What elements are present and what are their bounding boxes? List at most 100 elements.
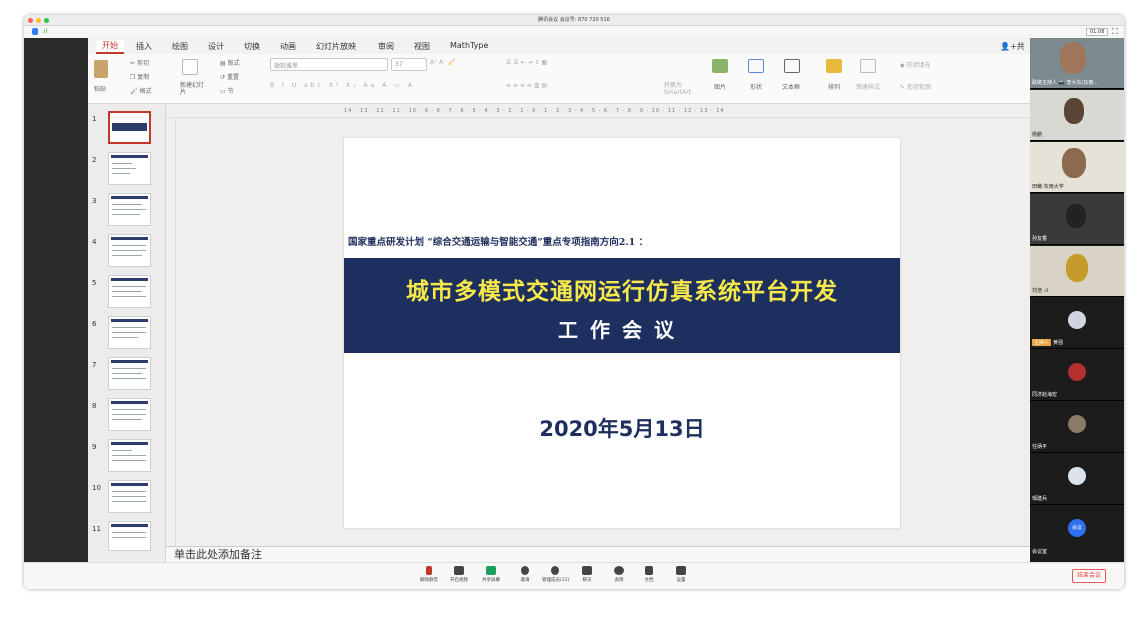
- tab-design[interactable]: 设计: [208, 41, 224, 52]
- slide-number: 1: [92, 115, 97, 123]
- format-painter-button[interactable]: 🖌 格式: [130, 86, 152, 95]
- share-label: 共: [1016, 42, 1025, 51]
- tab-slideshow[interactable]: 幻灯片放映: [316, 41, 356, 52]
- microphone-muted-icon: [426, 566, 432, 575]
- slide-canvas[interactable]: 国家重点研发计划 “综合交通运输与智能交通”重点专项指南方向2.1 ： 城市多模…: [344, 138, 900, 528]
- slide-thumbnail[interactable]: [108, 234, 151, 267]
- share-button[interactable]: 👤+共: [1000, 41, 1025, 52]
- layout-button[interactable]: ▤ 版式: [220, 58, 240, 67]
- slide-number: 11: [92, 525, 101, 533]
- slide-date[interactable]: 2020年5月13日: [344, 413, 900, 443]
- slide-number: 5: [92, 279, 97, 287]
- picture-icon[interactable]: [712, 59, 728, 73]
- manage-members-button[interactable]: 管理成员(12): [542, 566, 569, 583]
- shape-outline-button[interactable]: ✎ 形状轮廓: [900, 82, 931, 91]
- font-grow-shrink-buttons[interactable]: A⁺ A⁻ 🧹: [430, 59, 456, 66]
- font-style-buttons[interactable]: B I U abc X² X₂ Aa A ▭ A: [270, 82, 415, 89]
- participant-name: 孙友香: [1032, 236, 1048, 242]
- documents-button[interactable]: 文档: [636, 566, 662, 583]
- participant-name: 杨鹏: [1032, 132, 1043, 138]
- slide-thumbnail[interactable]: [108, 521, 151, 551]
- person-video: [1066, 254, 1088, 282]
- title-bar: 腾讯会议 会议号: 870 720 516: [24, 15, 1124, 26]
- textbox-icon[interactable]: [784, 59, 800, 73]
- avatar: 会议: [1068, 519, 1086, 537]
- app-window: 腾讯会议 会议号: 870 720 516 .ıl 01:08 ⛶ 开始 插入 …: [24, 15, 1124, 589]
- participant-tile[interactable]: 主持人 黄强: [1030, 298, 1124, 349]
- slide-title-line2: 工作会议: [558, 318, 686, 342]
- participant-tile[interactable]: 会议 会议室: [1030, 506, 1124, 557]
- slide-thumbnail[interactable]: [108, 439, 151, 472]
- slide-thumbnail[interactable]: [108, 398, 151, 431]
- share-screen-button[interactable]: 共享屏幕: [478, 566, 504, 583]
- share-screen-icon: [486, 566, 496, 575]
- shape-icon[interactable]: [748, 59, 764, 73]
- slide-thumbnail[interactable]: [108, 316, 151, 349]
- invite-button[interactable]: 邀请: [512, 566, 538, 583]
- slide-thumbnail[interactable]: [108, 275, 151, 308]
- tab-animations[interactable]: 动画: [280, 41, 296, 52]
- window-title: 腾讯会议 会议号: 870 720 516: [538, 17, 610, 23]
- align-buttons[interactable]: ≡ ≡ ≡ ≡ ▥ ▤: [506, 82, 547, 89]
- slide-thumbnail[interactable]: [108, 357, 151, 390]
- paste-icon[interactable]: [94, 60, 108, 78]
- arrange-icon[interactable]: [826, 59, 842, 73]
- participant-video[interactable]: 田耀-东南大学: [1030, 142, 1124, 193]
- slide-subtitle[interactable]: 国家重点研发计划 “综合交通运输与智能交通”重点专项指南方向2.1 ：: [348, 234, 648, 248]
- unmute-button[interactable]: 解除静音: [416, 566, 442, 583]
- slide-number: 6: [92, 320, 97, 328]
- participant-name-row: 主持人 黄强: [1032, 339, 1063, 346]
- quick-styles-icon[interactable]: [860, 59, 876, 73]
- members-icon: [551, 566, 559, 575]
- shape-outline-label: 形状轮廓: [906, 84, 931, 91]
- tab-insert[interactable]: 插入: [136, 41, 152, 52]
- slide-thumbnail[interactable]: [108, 480, 151, 513]
- reactions-button[interactable]: 表情: [606, 566, 632, 583]
- shape-fill-button[interactable]: ◆ 形状填充: [900, 60, 931, 69]
- fullscreen-icon[interactable]: ⛶: [1112, 27, 1118, 37]
- camera-icon: [454, 566, 464, 575]
- start-video-button[interactable]: 开启视频: [446, 566, 472, 583]
- participant-video[interactable]: 杨鹏: [1030, 90, 1124, 141]
- participant-tile[interactable]: 邹建兵: [1030, 454, 1124, 505]
- participant-panel: 联席主持人 📷 李大东(东南... 杨鹏 田耀-东南大学 孙友香 刘浩 .ıl …: [1030, 38, 1124, 562]
- convert-smartart-label[interactable]: 转换为SmartArt: [664, 82, 698, 96]
- font-name-value: 微软雅黑: [274, 63, 299, 70]
- slide-thumbnail[interactable]: [108, 193, 151, 226]
- font-size-select[interactable]: 37: [391, 58, 427, 71]
- slide-thumbnail[interactable]: [108, 152, 151, 185]
- person-video: [1062, 148, 1086, 178]
- notes-pane[interactable]: 单击此处添加备注: [166, 546, 1030, 562]
- avatar: [1068, 415, 1086, 433]
- participant-tile[interactable]: 同济赵海宏: [1030, 350, 1124, 401]
- tab-transitions[interactable]: 切换: [244, 41, 260, 52]
- title-band[interactable]: 城市多模式交通网运行仿真系统平台开发 工作会议: [344, 258, 900, 353]
- slide-thumbnail-panel[interactable]: 1 2 3 4 5 6 7 8 9 10 11: [88, 105, 166, 562]
- participant-video[interactable]: 联席主持人 📷 李大东(东南...: [1030, 38, 1124, 89]
- participant-tile[interactable]: 任炳平: [1030, 402, 1124, 453]
- slide-thumbnail[interactable]: [108, 111, 151, 144]
- copy-button[interactable]: ❐ 复制: [130, 72, 149, 81]
- end-meeting-button[interactable]: 结束会议: [1072, 569, 1106, 583]
- tab-review[interactable]: 审阅: [378, 41, 394, 52]
- cut-label: 剪切: [136, 60, 149, 67]
- tab-home[interactable]: 开始: [96, 40, 124, 54]
- new-slide-icon[interactable]: [182, 59, 198, 75]
- settings-button[interactable]: 设置: [668, 566, 694, 583]
- tab-draw[interactable]: 绘图: [172, 41, 188, 52]
- share-screen-label: 共享屏幕: [482, 578, 500, 583]
- participant-name: 田耀-东南大学: [1032, 184, 1064, 190]
- tab-mathtype[interactable]: MathType: [450, 41, 488, 50]
- font-name-select[interactable]: 微软雅黑: [270, 58, 388, 71]
- participant-video[interactable]: 孙友香: [1030, 194, 1124, 245]
- list-buttons[interactable]: ☰ ☰ ⇤ ⇥ ↕ ▦: [506, 59, 547, 66]
- cut-button[interactable]: ✂ 剪切: [130, 58, 149, 67]
- tab-view[interactable]: 视图: [414, 41, 430, 52]
- participant-video[interactable]: 刘浩 .ıl: [1030, 246, 1124, 297]
- section-button[interactable]: ▭ 节: [220, 86, 234, 95]
- chat-button[interactable]: 聊天: [574, 566, 600, 583]
- vertical-ruler: [166, 118, 176, 558]
- reset-button[interactable]: ↺ 重置: [220, 72, 239, 81]
- layout-label: 版式: [227, 60, 240, 67]
- grid-icon: [676, 566, 686, 575]
